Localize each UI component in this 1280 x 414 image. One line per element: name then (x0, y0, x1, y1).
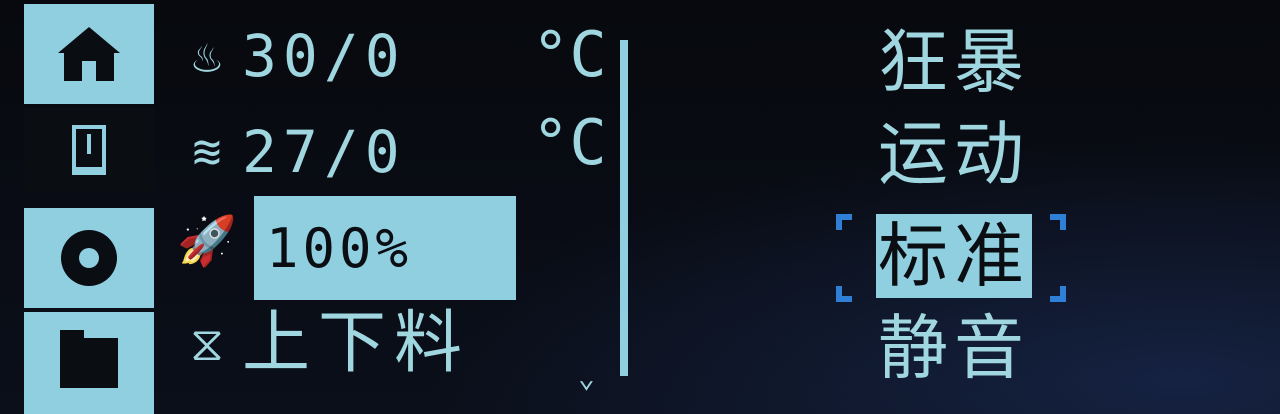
hotend-row[interactable]: ♨ 30/0 (172, 16, 406, 96)
print-icon (72, 125, 106, 175)
filament-row[interactable]: ⧖ 上下料 (172, 304, 470, 384)
selection-bracket (836, 214, 852, 230)
mode-item-selected[interactable]: 标准 (876, 214, 1032, 298)
hotend-icon: ♨ (192, 28, 222, 84)
filament-label: 上下料 (242, 304, 471, 383)
sidebar-item-files[interactable] (24, 312, 154, 414)
mode-item[interactable]: 狂暴 (876, 20, 1032, 104)
folder-icon (60, 330, 118, 388)
sidebar-item-print[interactable] (24, 108, 154, 192)
rocket-icon: 🚀 (177, 212, 237, 269)
sidebar-item-settings[interactable] (24, 208, 154, 308)
sidebar-item-home[interactable] (24, 4, 154, 104)
bed-icon: ≋ (192, 124, 222, 180)
scrollbar[interactable] (620, 40, 628, 376)
selection-bracket (836, 286, 852, 302)
selection-bracket (1050, 286, 1066, 302)
hotend-temp: 30/0 (242, 22, 406, 90)
selection-bracket (1050, 214, 1066, 230)
home-icon (58, 27, 120, 81)
bed-temp: 27/0 (242, 118, 406, 186)
filament-icon: ⧖ (190, 315, 224, 372)
hotend-unit: °C (532, 18, 607, 91)
speed-value: 100% (266, 217, 413, 280)
mode-item[interactable]: 静音 (876, 306, 1032, 390)
bed-unit: °C (532, 106, 607, 179)
mode-item[interactable]: 运动 (876, 112, 1032, 196)
gear-icon (61, 230, 117, 286)
chevron-down-icon[interactable]: ⌄ (578, 364, 595, 392)
speed-row[interactable]: 🚀 (172, 200, 242, 280)
lcd-screen: ♨ 30/0 °C ≋ 27/0 °C 🚀 100% ⧖ 上下料 ⌄ 狂暴 运动… (0, 0, 1280, 414)
bed-row[interactable]: ≋ 27/0 (172, 112, 406, 192)
